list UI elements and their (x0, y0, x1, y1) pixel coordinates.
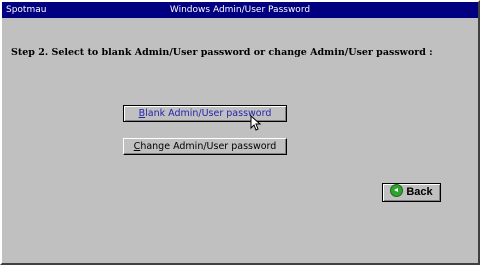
back-button[interactable]: Back (382, 183, 441, 202)
step-instruction: Step 2. Select to blank Admin/User passw… (11, 47, 433, 58)
blank-password-button[interactable]: Blank Admin/User password (123, 105, 287, 122)
back-label: Back (406, 186, 433, 198)
wizard-window: Spotmau Windows Admin/User Password Step… (0, 0, 480, 265)
window-title: Windows Admin/User Password (169, 5, 311, 15)
change-label: hange Admin/User password (140, 141, 277, 152)
window-title-wrap: Windows Admin/User Password (2, 2, 478, 18)
title-bar: Spotmau Windows Admin/User Password (2, 2, 478, 18)
mouse-pointer-icon (250, 115, 262, 131)
change-password-button[interactable]: Change Admin/User password (123, 138, 287, 155)
back-arrow-icon (390, 184, 404, 197)
